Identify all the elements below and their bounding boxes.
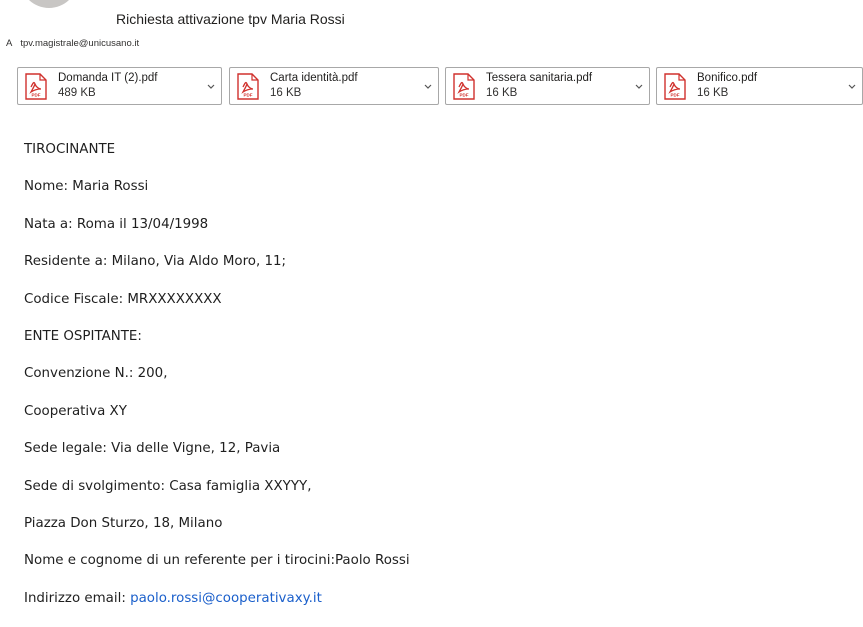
body-line-indirizzo: Piazza Don Sturzo, 18, Milano (24, 515, 223, 531)
chevron-down-icon[interactable] (422, 80, 434, 92)
body-line-nascita: Nata a: Roma il 13/04/1998 (24, 216, 209, 232)
attachment-name: Bonifico.pdf (697, 72, 758, 84)
pdf-icon: PDF (453, 73, 475, 100)
pdf-icon: PDF (25, 73, 47, 100)
svg-text:PDF: PDF (671, 93, 680, 98)
attachment-size: 16 KB (486, 87, 518, 99)
email-body: TIROCINANTE Nome: Maria Rossi Nata a: Ro… (24, 141, 844, 627)
attachment-size: 16 KB (697, 87, 729, 99)
email-subject: Richiesta attivazione tpv Maria Rossi (116, 11, 345, 27)
recipient-address[interactable]: tpv.magistrale@unicusano.it (20, 38, 139, 49)
body-line-email: Indirizzo email: paolo.rossi@cooperativa… (24, 590, 844, 608)
body-line-referente: Nome e cognome di un referente per i tir… (24, 553, 410, 569)
attachment-name: Carta identità.pdf (270, 72, 358, 84)
svg-text:PDF: PDF (244, 93, 253, 98)
attachment-name: Tessera sanitaria.pdf (486, 72, 593, 84)
body-line-cooperativa: Cooperativa XY (24, 403, 127, 419)
referent-email-link[interactable]: paolo.rossi@cooperativaxy.it (130, 591, 322, 606)
chevron-down-icon[interactable] (205, 80, 217, 92)
attachment-size: 489 KB (58, 87, 96, 99)
svg-text:PDF: PDF (460, 93, 469, 98)
sender-avatar[interactable] (20, 0, 78, 8)
body-line-tirocinante-heading: TIROCINANTE (24, 142, 116, 157)
body-line-sede-legale: Sede legale: Via delle Vigne, 12, Pavia (24, 441, 281, 457)
pdf-icon: PDF (237, 73, 259, 100)
pdf-icon: PDF (664, 73, 686, 100)
attachment-name: Domanda IT (2).pdf (58, 72, 158, 84)
svg-text:PDF: PDF (32, 93, 41, 98)
attachment-card[interactable]: PDF Domanda IT (2).pdf 489 KB (17, 67, 222, 105)
attachment-card[interactable]: PDF Carta identità.pdf 16 KB (229, 67, 439, 105)
body-line-codice-fiscale: Codice Fiscale: MRXXXXXXXX (24, 291, 222, 307)
attachment-card[interactable]: PDF Tessera sanitaria.pdf 16 KB (445, 67, 650, 105)
to-label: A (6, 38, 13, 49)
chevron-down-icon[interactable] (846, 80, 858, 92)
body-line-nome: Nome: Maria Rossi (24, 179, 149, 195)
chevron-down-icon[interactable] (633, 80, 645, 92)
attachment-size: 16 KB (270, 87, 302, 99)
attachment-card[interactable]: PDF Bonifico.pdf 16 KB (656, 67, 863, 105)
body-line-ente-heading: ENTE OSPITANTE: (24, 328, 142, 344)
recipient-row: Atpv.magistrale@unicusano.it (6, 38, 139, 49)
body-line-residenza: Residente a: Milano, Via Aldo Moro, 11; (24, 254, 287, 270)
body-line-sede-svolgimento: Sede di svolgimento: Casa famiglia XXYYY… (24, 478, 312, 494)
email-label: Indirizzo email: (24, 590, 131, 606)
body-line-convenzione: Convenzione N.: 200, (24, 366, 168, 382)
